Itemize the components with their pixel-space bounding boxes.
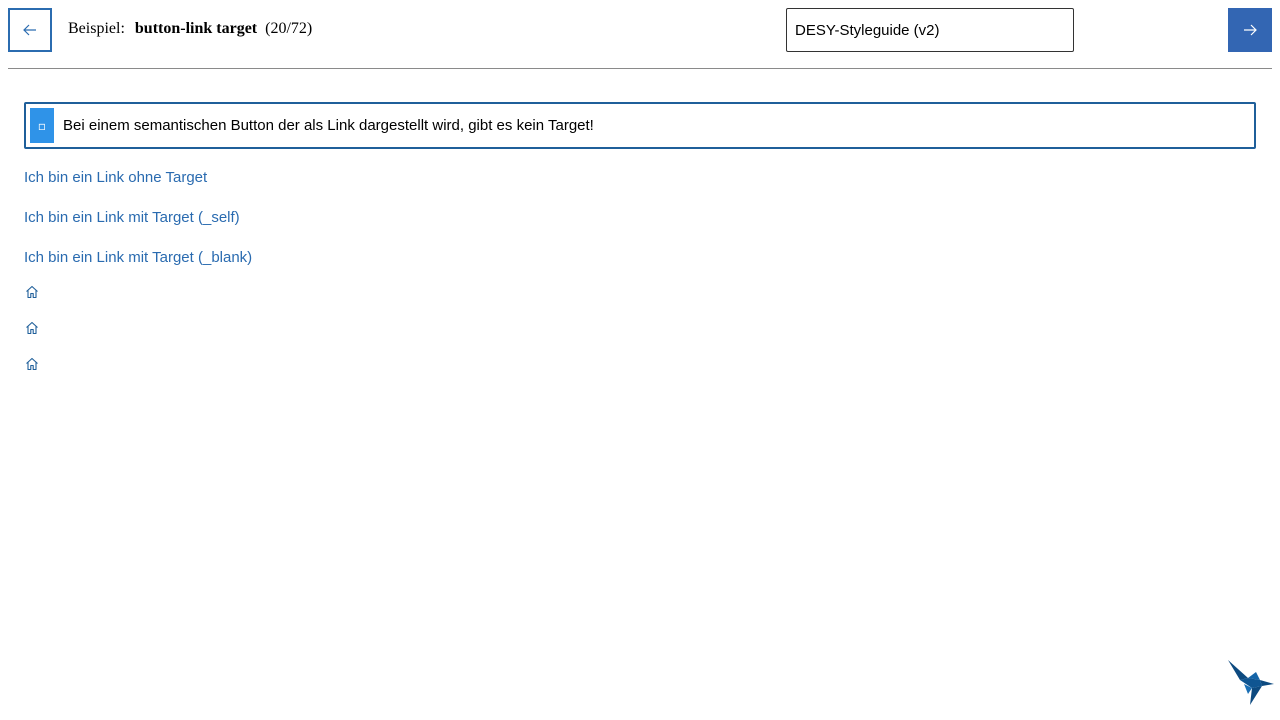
example-title-name: button-link target — [134, 20, 258, 37]
styleguide-select-value: DESY-Styleguide (v2) — [795, 21, 940, 39]
home-icon — [26, 357, 38, 371]
home-icon — [26, 321, 38, 335]
home-icon-link-2[interactable] — [24, 320, 40, 336]
link-target-self[interactable]: Ich bin ein Link mit Target (_self) — [24, 209, 240, 226]
arrow-right-icon — [1244, 24, 1257, 36]
arrow-left-icon — [23, 24, 36, 36]
styleguide-select[interactable]: DESY-Styleguide (v2) — [786, 8, 1074, 52]
header: Beispiel: button-link target (20/72) DES… — [0, 0, 1280, 68]
home-icon-link-1[interactable] — [24, 284, 40, 300]
header-divider — [8, 68, 1272, 69]
example-title: Beispiel: button-link target (20/72) — [68, 20, 312, 38]
example-counter: (20/72) — [265, 20, 313, 37]
example-title-prefix: Beispiel: — [68, 20, 125, 37]
link-target-blank[interactable]: Ich bin ein Link mit Target (_blank) — [24, 249, 252, 266]
next-example-button[interactable] — [1228, 8, 1272, 52]
page: Beispiel: button-link target (20/72) DES… — [0, 0, 1280, 720]
previous-example-button[interactable] — [8, 8, 52, 52]
info-icon: ▫ — [30, 108, 54, 143]
hummingbird-logo-icon — [1228, 660, 1274, 705]
home-icon-link-3[interactable] — [24, 356, 40, 372]
link-without-target[interactable]: Ich bin ein Link ohne Target — [24, 169, 207, 186]
info-notice: ▫ Bei einem semantischen Button der als … — [24, 102, 1256, 149]
info-notice-text: Bei einem semantischen Button der als Li… — [63, 117, 594, 134]
home-icon — [26, 285, 38, 299]
